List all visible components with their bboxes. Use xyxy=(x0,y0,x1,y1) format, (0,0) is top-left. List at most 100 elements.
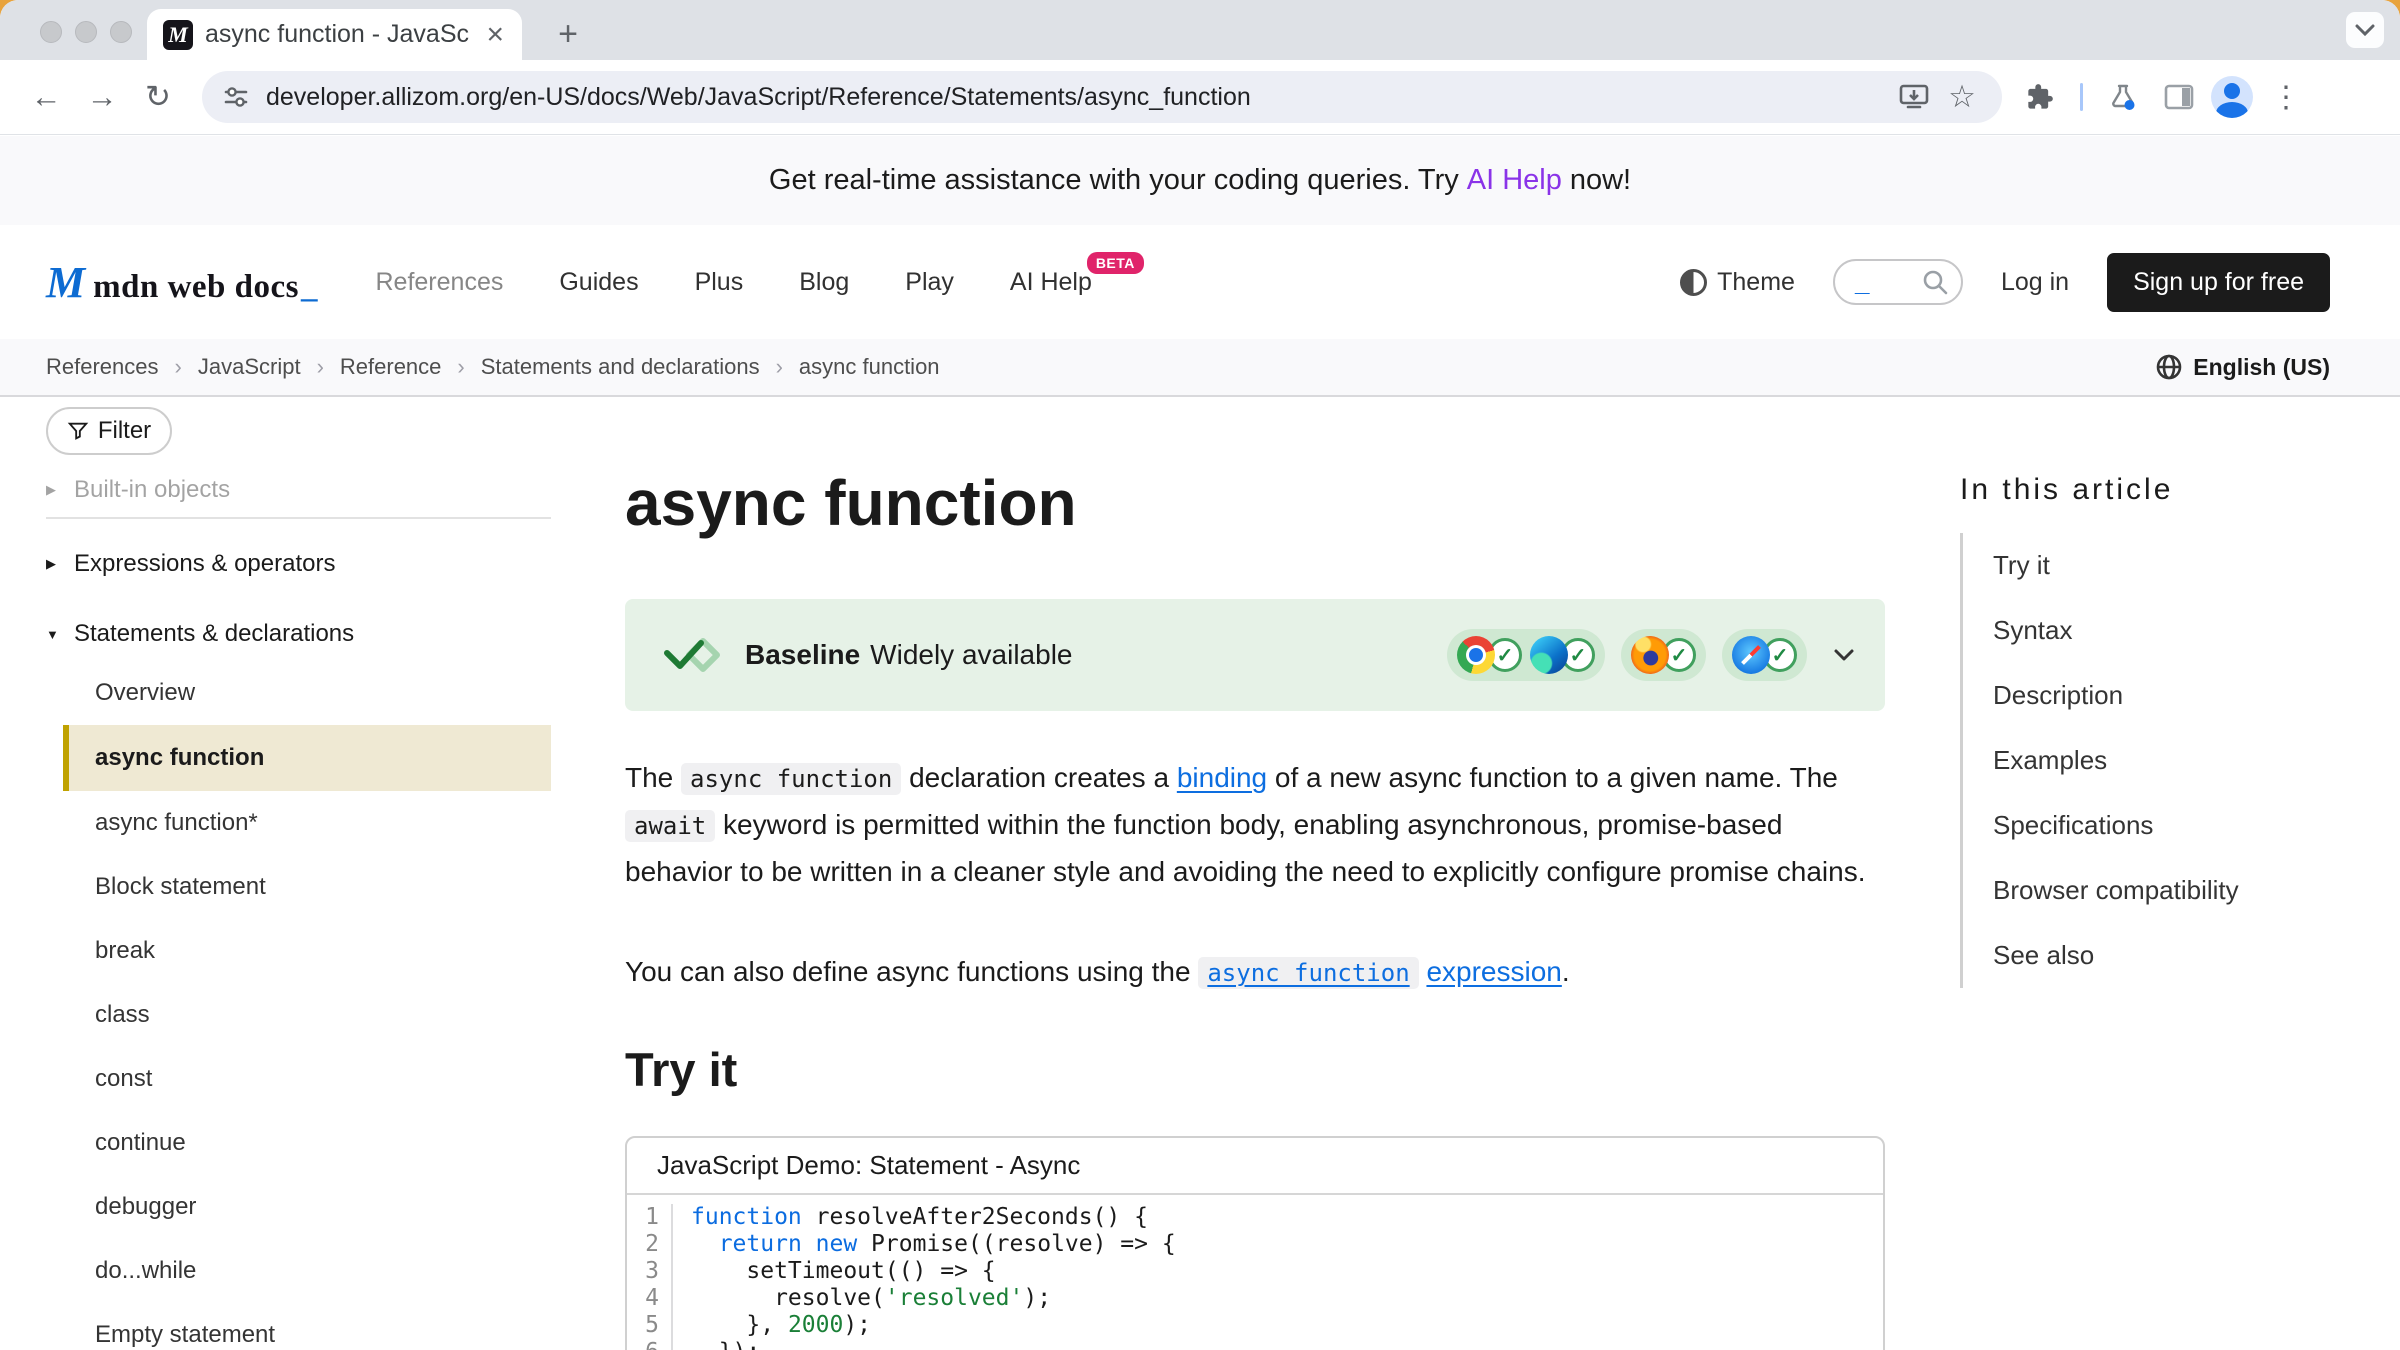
bookmark-button[interactable]: ☆ xyxy=(1938,73,1986,121)
inline-link[interactable]: binding xyxy=(1177,762,1267,793)
sidebar-item-label: class xyxy=(95,1001,150,1029)
sidebar-item-label: async function xyxy=(95,744,264,772)
sidebar-item[interactable]: class xyxy=(46,983,551,1047)
experiments-button[interactable] xyxy=(2099,73,2147,121)
promo-ai-help-link[interactable]: AI Help xyxy=(1467,164,1562,197)
toc-item[interactable]: Description xyxy=(1993,663,2380,728)
locale-switcher[interactable]: English (US) xyxy=(2155,353,2330,381)
nav-item-plus[interactable]: Plus xyxy=(695,268,744,297)
forward-icon: → xyxy=(87,79,118,115)
breadcrumb-item[interactable]: JavaScript xyxy=(198,354,301,380)
sidebar-item-label: break xyxy=(95,937,155,965)
reload-button[interactable]: ↻ xyxy=(130,69,186,125)
bookmark-star-icon: ☆ xyxy=(1948,79,1976,115)
back-button[interactable]: ← xyxy=(18,69,74,125)
nav-item-references[interactable]: References xyxy=(376,268,504,297)
toc-item[interactable]: Specifications xyxy=(1993,793,2380,858)
search-input[interactable]: _ xyxy=(1833,259,1963,305)
window-minimize-button[interactable] xyxy=(75,21,97,43)
toc-item[interactable]: Syntax xyxy=(1993,598,2380,663)
sidebar-item[interactable]: do...while xyxy=(46,1239,551,1303)
locale-label: English (US) xyxy=(2193,354,2330,381)
sidebar-item[interactable]: break xyxy=(46,919,551,983)
side-panel-button[interactable] xyxy=(2155,73,2203,121)
baseline-expand-button[interactable] xyxy=(1833,648,1855,662)
demo-title: JavaScript Demo: Statement - Async xyxy=(627,1138,1883,1195)
theme-switcher[interactable]: Theme xyxy=(1680,268,1795,297)
sidebar-item[interactable]: debugger xyxy=(46,1175,551,1239)
code-token: resolve( xyxy=(691,1285,885,1311)
sidebar-item[interactable]: async function* xyxy=(46,791,551,855)
url-text[interactable]: developer.allizom.org/en-US/docs/Web/Jav… xyxy=(266,83,1890,112)
breadcrumb-separator: › xyxy=(317,354,324,380)
promo-text-after: now! xyxy=(1570,164,1631,197)
login-link[interactable]: Log in xyxy=(2001,268,2069,297)
line-number: 4 xyxy=(627,1285,673,1312)
browser-support-group: ✓✓ xyxy=(1447,629,1605,681)
breadcrumb-item[interactable]: Statements and declarations xyxy=(481,354,760,380)
address-bar[interactable]: developer.allizom.org/en-US/docs/Web/Jav… xyxy=(202,71,2002,123)
new-tab-button[interactable]: + xyxy=(548,14,588,54)
sidebar-item[interactable]: continue xyxy=(46,1111,551,1175)
code-line: 6 }); xyxy=(627,1339,1883,1350)
code-token: return xyxy=(719,1231,802,1257)
tab-close-icon[interactable]: × xyxy=(482,20,508,50)
toc-item[interactable]: Try it xyxy=(1993,533,2380,598)
line-number: 1 xyxy=(627,1204,673,1231)
sidebar-item[interactable]: const xyxy=(46,1047,551,1111)
breadcrumb-item[interactable]: async function xyxy=(799,354,940,380)
extensions-puzzle-icon xyxy=(2026,83,2054,111)
more-menu-button[interactable]: ⋮ xyxy=(2261,80,2311,115)
nav-item-guides[interactable]: Guides xyxy=(559,268,638,297)
browser-tab[interactable]: M async function - JavaScript | × xyxy=(147,9,522,60)
extensions-button[interactable] xyxy=(2016,73,2064,121)
baseline-banner[interactable]: BaselineWidely available ✓✓✓✓ xyxy=(625,599,1885,711)
site-info-icon[interactable] xyxy=(222,83,250,111)
inline-link[interactable]: expression xyxy=(1426,956,1561,987)
inline-code-link[interactable]: async function xyxy=(1198,957,1418,989)
sidebar-item[interactable]: ▼Statements & declarations xyxy=(46,607,551,661)
code-text: }, 2000); xyxy=(673,1312,871,1339)
code-text: }); xyxy=(673,1339,760,1350)
inline-code: await xyxy=(625,810,715,842)
sidebar-item[interactable]: ▶Built-in objects xyxy=(46,463,551,517)
chevron-down-icon: ▼ xyxy=(46,627,63,642)
window-zoom-button[interactable] xyxy=(110,21,132,43)
code-line: 4 resolve('resolved'); xyxy=(627,1285,1883,1312)
sidebar-item[interactable]: Overview xyxy=(46,661,551,725)
code-editor[interactable]: 1function resolveAfter2Seconds() {2 retu… xyxy=(627,1195,1883,1350)
toc-item[interactable]: Browser compatibility xyxy=(1993,858,2380,923)
code-text: return new Promise((resolve) => { xyxy=(673,1231,1176,1258)
toc-item[interactable]: See also xyxy=(1993,923,2380,988)
forward-button[interactable]: → xyxy=(74,69,130,125)
baseline-logo-icon xyxy=(659,634,725,676)
sidebar-item-label: do...while xyxy=(95,1257,196,1285)
filter-label: Filter xyxy=(98,417,151,445)
sidebar-item-active[interactable]: async function xyxy=(63,725,551,791)
code-token: ); xyxy=(843,1312,871,1338)
nav-item-blog[interactable]: Blog xyxy=(799,268,849,297)
baseline-label: Baseline xyxy=(745,639,860,670)
code-line: 3 setTimeout(() => { xyxy=(627,1258,1883,1285)
tab-search-button[interactable] xyxy=(2346,12,2384,48)
code-token: }, xyxy=(691,1312,788,1338)
sidebar-item[interactable]: ▶Expressions & operators xyxy=(46,537,551,591)
sidebar-item[interactable]: Block statement xyxy=(46,855,551,919)
chrome-icon xyxy=(1457,636,1495,674)
window-close-button[interactable] xyxy=(40,21,62,43)
nav-item-ai-help[interactable]: AI HelpBETA xyxy=(1010,268,1092,297)
sidebar-item-label: async function* xyxy=(95,809,258,837)
code-text: resolve('resolved'); xyxy=(673,1285,1051,1312)
profile-avatar[interactable] xyxy=(2211,76,2253,118)
breadcrumb-item[interactable]: References xyxy=(46,354,159,380)
sidebar-item[interactable]: Empty statement xyxy=(46,1303,551,1350)
primary-nav: References Guides Plus Blog Play AI HelpBETA xyxy=(376,268,1092,297)
signup-button[interactable]: Sign up for free xyxy=(2107,253,2330,312)
nav-item-play[interactable]: Play xyxy=(905,268,954,297)
install-app-button[interactable] xyxy=(1890,73,1938,121)
filter-button[interactable]: Filter xyxy=(46,407,172,455)
mdn-logo[interactable]: M mdn web docs _ xyxy=(46,257,318,308)
toc-item[interactable]: Examples xyxy=(1993,728,2380,793)
breadcrumb-item[interactable]: Reference xyxy=(340,354,442,380)
intro-paragraph: The async function declaration creates a… xyxy=(625,755,1885,895)
